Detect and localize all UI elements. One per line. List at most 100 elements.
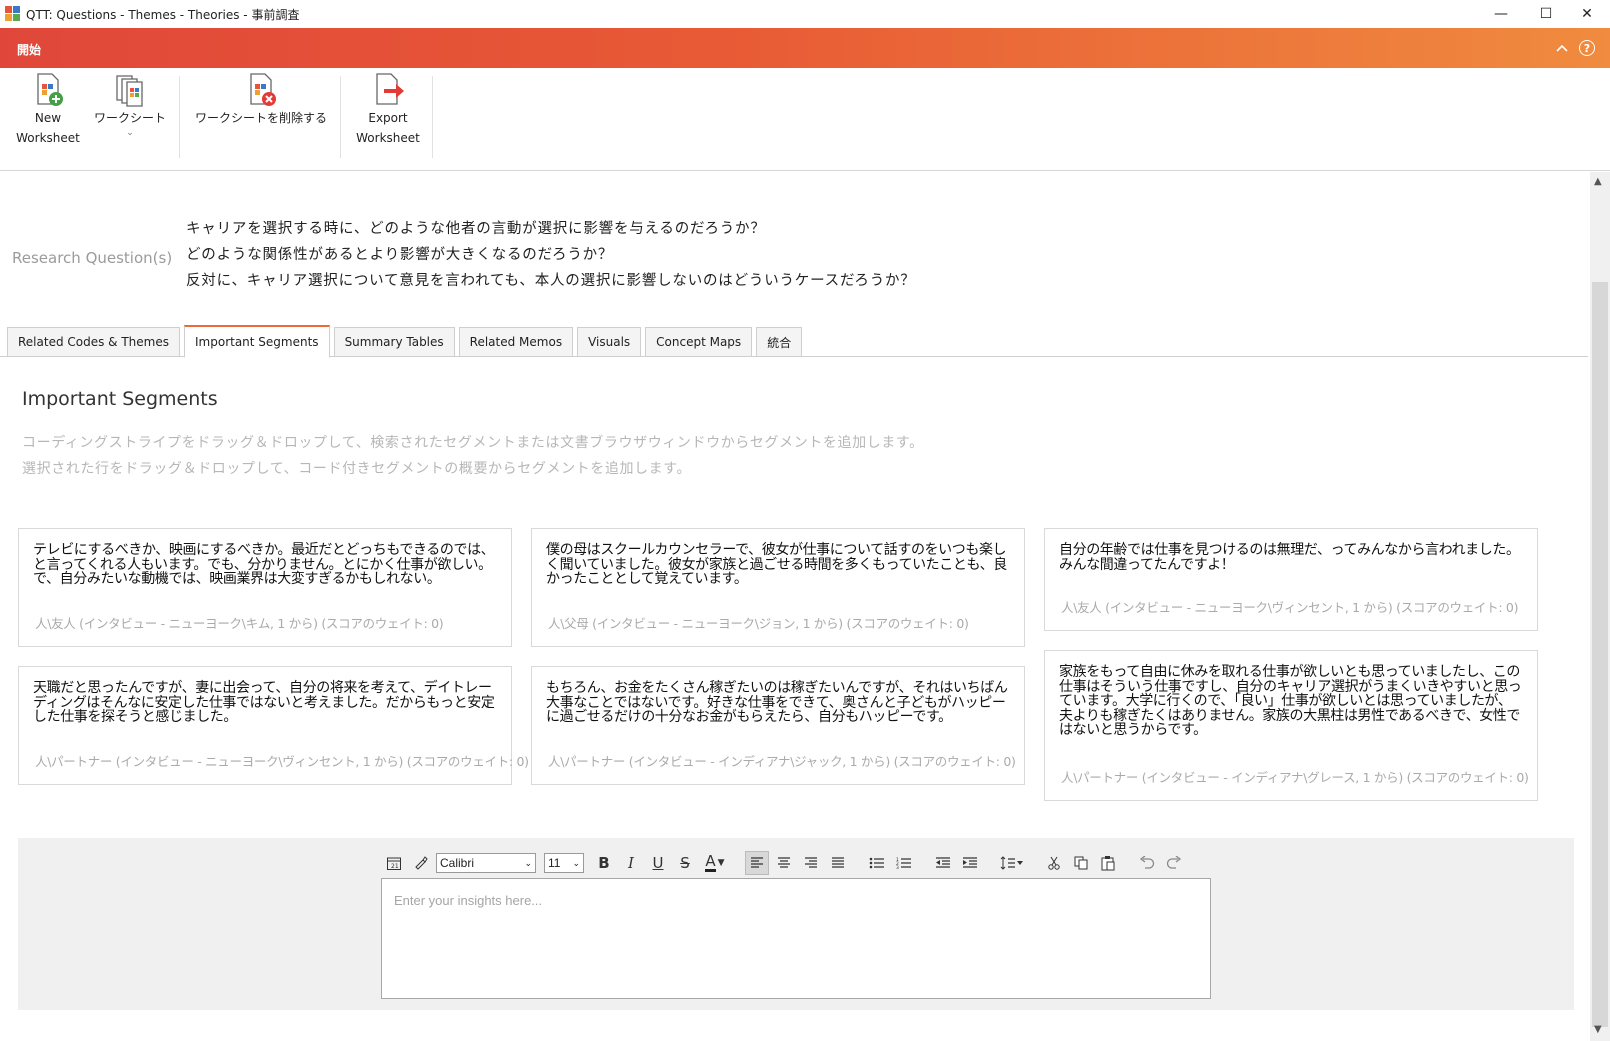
cut-icon[interactable]: [1042, 851, 1066, 875]
segment-card[interactable]: 天職だと思ったんですが、妻に出会って、自分の将来を考えて、デイトレーディングはそ…: [18, 666, 529, 785]
segment-source: 人\友人 (インタビュー - ニューヨーク\キム, 1 から) (スコアのウェイ…: [35, 616, 444, 631]
bold-icon[interactable]: B: [592, 851, 616, 875]
segment-card[interactable]: テレビにするべきか、映画にするべきか。最近だとどっちもできるのでは、と言ってくれ…: [18, 528, 512, 647]
research-questions[interactable]: キャリアを選択する時に、どのような他者の言動が選択に影響を与えるのだろうか？ ど…: [186, 216, 916, 294]
font-color-icon[interactable]: A ▼: [700, 851, 730, 875]
ribbon-body: New Worksheet ワークシート ⌄ ワークシートを削除する Expor…: [0, 68, 1610, 171]
font-family-select[interactable]: Calibri ⌄: [436, 853, 536, 873]
segment-text: テレビにするべきか、映画にするべきか。最近だとどっちもできるのでは、と言ってくれ…: [33, 542, 495, 587]
italic-icon[interactable]: I: [619, 851, 643, 875]
undo-icon[interactable]: [1135, 851, 1159, 875]
delete-worksheet-icon: [250, 73, 276, 106]
ribbon-separator: [432, 76, 433, 158]
font-size-select[interactable]: 11 ⌄: [544, 853, 584, 873]
insights-editor[interactable]: Enter your insights here...: [381, 878, 1211, 999]
maximize-button[interactable]: ☐: [1523, 0, 1569, 28]
ribbon-separator: [340, 76, 341, 158]
font-family-value: Calibri: [440, 856, 475, 870]
line-spacing-icon[interactable]: [997, 851, 1027, 875]
research-questions-label: Research Question(s): [12, 249, 173, 267]
svg-text:21: 21: [391, 863, 399, 870]
scrollbar-thumb[interactable]: [1592, 282, 1608, 1027]
section-title: Important Segments: [22, 388, 218, 410]
research-question-line: 反対に、キャリア選択について意見を言われても、本人の選択に影響しないのはどういう…: [186, 273, 916, 289]
underline-icon[interactable]: U: [646, 851, 670, 875]
strikethrough-icon[interactable]: S: [673, 851, 697, 875]
hint-line: コーディングストライプをドラッグ＆ドロップして、検索されたセグメントまたは文書ブ…: [22, 435, 924, 451]
segment-text: 僕の母はスクールカウンセラーで、彼女が仕事について話すのをいつも楽しく聞いていま…: [546, 542, 1007, 587]
collapse-ribbon-icon[interactable]: [1552, 38, 1572, 58]
scroll-down-icon[interactable]: ▼: [1594, 1024, 1602, 1035]
export-worksheet-button[interactable]: Export Worksheet: [352, 72, 424, 148]
new-worksheet-icon: [37, 73, 63, 106]
segment-source: 人\パートナー (インタビュー - インディアナ\グレース, 1 から) (スコ…: [1061, 770, 1529, 785]
tab-related-codes-themes[interactable]: Related Codes & Themes: [7, 327, 180, 357]
font-size-value: 11: [548, 856, 561, 870]
segment-card[interactable]: もちろん、お金をたくさん稼ぎたいのは稼ぎたいんですが、それはいちばん大事なことで…: [531, 666, 1025, 785]
segment-source: 人\父母 (インタビュー - ニューヨーク\ジョン, 1 から) (スコアのウェ…: [548, 616, 969, 631]
minimize-button[interactable]: —: [1478, 0, 1524, 28]
numbered-list-icon[interactable]: 123: [892, 851, 916, 875]
segment-text: 自分の年齢では仕事を見つけるのは無理だ、ってみんなから言われました。みんな間違っ…: [1059, 542, 1520, 573]
hint-line: 選択された行をドラッグ＆ドロップして、コード付きセグメントの概要からセグメントを…: [22, 461, 692, 477]
align-right-icon[interactable]: [799, 851, 823, 875]
ribbon-separator: [179, 76, 180, 158]
scroll-up-icon[interactable]: ▲: [1594, 176, 1602, 187]
delete-worksheet-button[interactable]: ワークシートを削除する: [190, 72, 332, 128]
tab-visuals[interactable]: Visuals: [577, 327, 642, 357]
research-question-line: どのような関係性があるとより影響が大きくなるのだろうか？: [186, 247, 614, 263]
research-question-line: キャリアを選択する時に、どのような他者の言動が選択に影響を与えるのだろうか？: [186, 221, 766, 237]
segment-source: 人\友人 (インタビュー - ニューヨーク\ヴィンセント, 1 から) (スコア…: [1061, 600, 1519, 615]
tab-related-memos[interactable]: Related Memos: [458, 327, 574, 357]
tab-summary-tables[interactable]: Summary Tables: [333, 327, 455, 357]
bullet-list-icon[interactable]: [865, 851, 889, 875]
segment-text: もちろん、お金をたくさん稼ぎたいのは稼ぎたいんですが、それはいちばん大事なことで…: [546, 680, 1008, 725]
app-icon: [5, 6, 20, 21]
export-worksheet-icon: [376, 73, 404, 105]
segment-text: 天職だと思ったんですが、妻に出会って、自分の将来を考えて、デイトレーディングはそ…: [33, 680, 495, 725]
tab-integration[interactable]: 統合: [756, 327, 803, 357]
chevron-down-icon: ⌄: [572, 857, 580, 868]
segment-text: 家族をもって自由に休みを取れる仕事が欲しいとも思っていましたし、この仕事はそうい…: [1059, 664, 1522, 738]
worksheet-icon: [116, 75, 143, 107]
calendar-icon[interactable]: 21: [382, 851, 406, 875]
outdent-icon[interactable]: [931, 851, 955, 875]
editor-toolbar: 21 Calibri ⌄ 11 ⌄ B I U S A ▼ 123: [382, 850, 1189, 876]
ribbon-tab-start[interactable]: 開始: [17, 41, 41, 58]
tab-concept-maps[interactable]: Concept Maps: [645, 327, 753, 357]
new-worksheet-label-2: Worksheet: [16, 131, 80, 145]
chevron-down-icon: ⌄: [524, 857, 532, 868]
chevron-down-icon: ⌄: [126, 128, 134, 138]
export-worksheet-label-2: Worksheet: [356, 131, 420, 145]
svg-text:3: 3: [896, 865, 899, 869]
new-worksheet-button[interactable]: New Worksheet: [16, 72, 80, 148]
title-bar: QTT: Questions - Themes - Theories - 事前調…: [0, 0, 1610, 28]
paste-icon[interactable]: [1096, 851, 1120, 875]
segment-card[interactable]: 家族をもって自由に休みを取れる仕事が欲しいとも思っていましたし、この仕事はそうい…: [1044, 650, 1538, 801]
delete-worksheet-label: ワークシートを削除する: [194, 111, 327, 125]
export-worksheet-label-1: Export: [368, 111, 408, 125]
segment-source: 人\パートナー (インタビュー - ニューヨーク\ヴィンセント, 1 から) (…: [35, 754, 529, 769]
help-icon[interactable]: ?: [1577, 38, 1597, 58]
justify-icon[interactable]: [826, 851, 850, 875]
align-left-icon[interactable]: [745, 851, 769, 875]
format-painter-icon[interactable]: [409, 851, 433, 875]
tab-important-segments[interactable]: Important Segments: [184, 325, 330, 358]
redo-icon[interactable]: [1162, 851, 1186, 875]
close-button[interactable]: ✕: [1564, 0, 1610, 28]
worksheet-tabs: Related Codes & Themes Important Segment…: [7, 325, 803, 358]
segment-source: 人\パートナー (インタビュー - インディアナ\ジャック, 1 から) (スコ…: [548, 754, 1016, 769]
new-worksheet-label-1: New: [34, 111, 62, 125]
worksheet-label: ワークシート: [94, 111, 167, 125]
drop-hint: コーディングストライプをドラッグ＆ドロップして、検索されたセグメントまたは文書ブ…: [22, 430, 924, 482]
copy-icon[interactable]: [1069, 851, 1093, 875]
ribbon-tab-bar: 開始 ?: [0, 28, 1610, 68]
worksheet-dropdown-button[interactable]: ワークシート ⌄: [94, 72, 166, 138]
indent-icon[interactable]: [958, 851, 982, 875]
align-center-icon[interactable]: [772, 851, 796, 875]
segment-card[interactable]: 自分の年齢では仕事を見つけるのは無理だ、ってみんなから言われました。みんな間違っ…: [1044, 528, 1538, 631]
segment-card[interactable]: 僕の母はスクールカウンセラーで、彼女が仕事について話すのをいつも楽しく聞いていま…: [531, 528, 1025, 647]
editor-placeholder: Enter your insights here...: [394, 893, 543, 908]
window-title: QTT: Questions - Themes - Theories - 事前調…: [26, 8, 300, 22]
vertical-scrollbar[interactable]: ▲ ▼: [1590, 172, 1610, 1041]
